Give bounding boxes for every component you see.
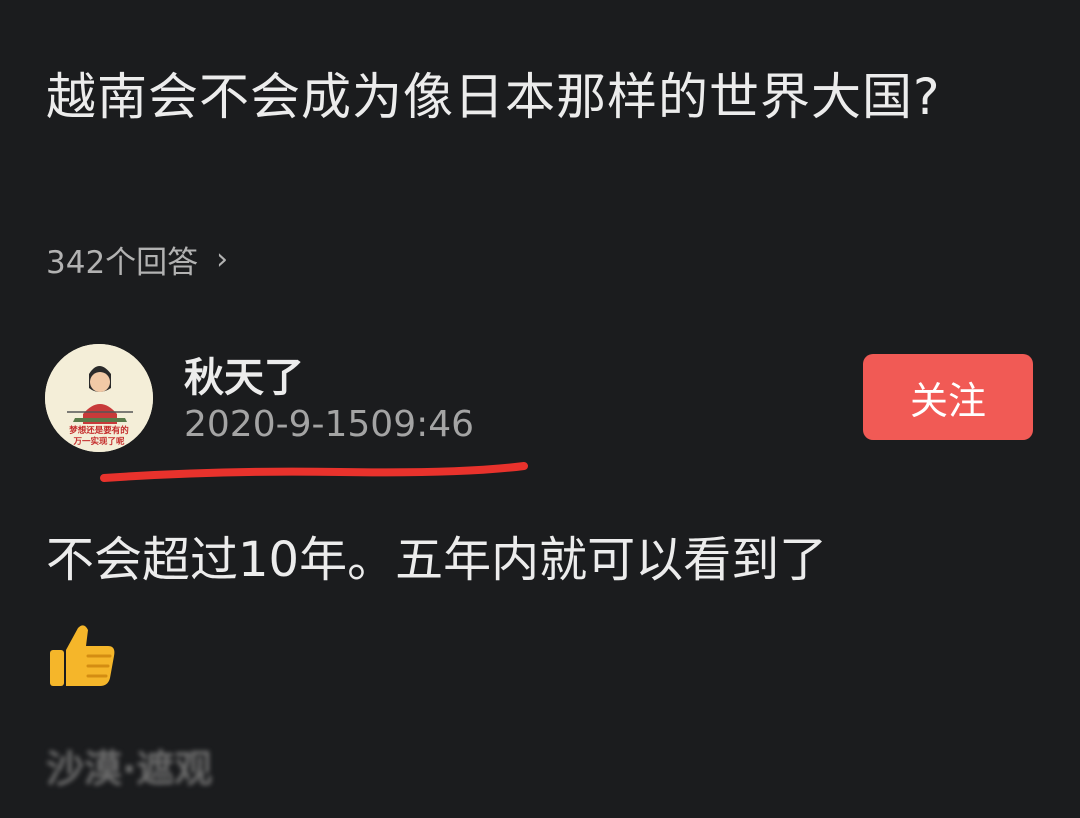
question-title[interactable]: 越南会不会成为像日本那样的世界大国? (46, 52, 1026, 142)
red-underline-annotation (100, 462, 528, 482)
avatar[interactable]: 梦想还是要有的 万一实现了呢 (45, 344, 153, 452)
answer-body-text: 不会超过10年。五年内就可以看到了 (46, 532, 828, 588)
answer-count-link[interactable]: 342个回答 › (46, 236, 228, 282)
post-timestamp: 2020-9-1509:46 (184, 404, 475, 445)
answer-count-label: 342个回答 (46, 244, 199, 281)
blurred-footer-text: 沙漠·遮观 (46, 747, 213, 791)
avatar-image: 梦想还是要有的 万一实现了呢 (45, 344, 153, 452)
follow-button[interactable]: 关注 (863, 354, 1033, 440)
author-name[interactable]: 秋天了 (184, 345, 304, 403)
avatar-caption-line2: 万一实现了呢 (72, 436, 125, 447)
avatar-caption-line1: 梦想还是要有的 (68, 425, 129, 436)
chevron-right-icon: › (216, 241, 229, 277)
thumbs-up-icon (50, 625, 115, 686)
